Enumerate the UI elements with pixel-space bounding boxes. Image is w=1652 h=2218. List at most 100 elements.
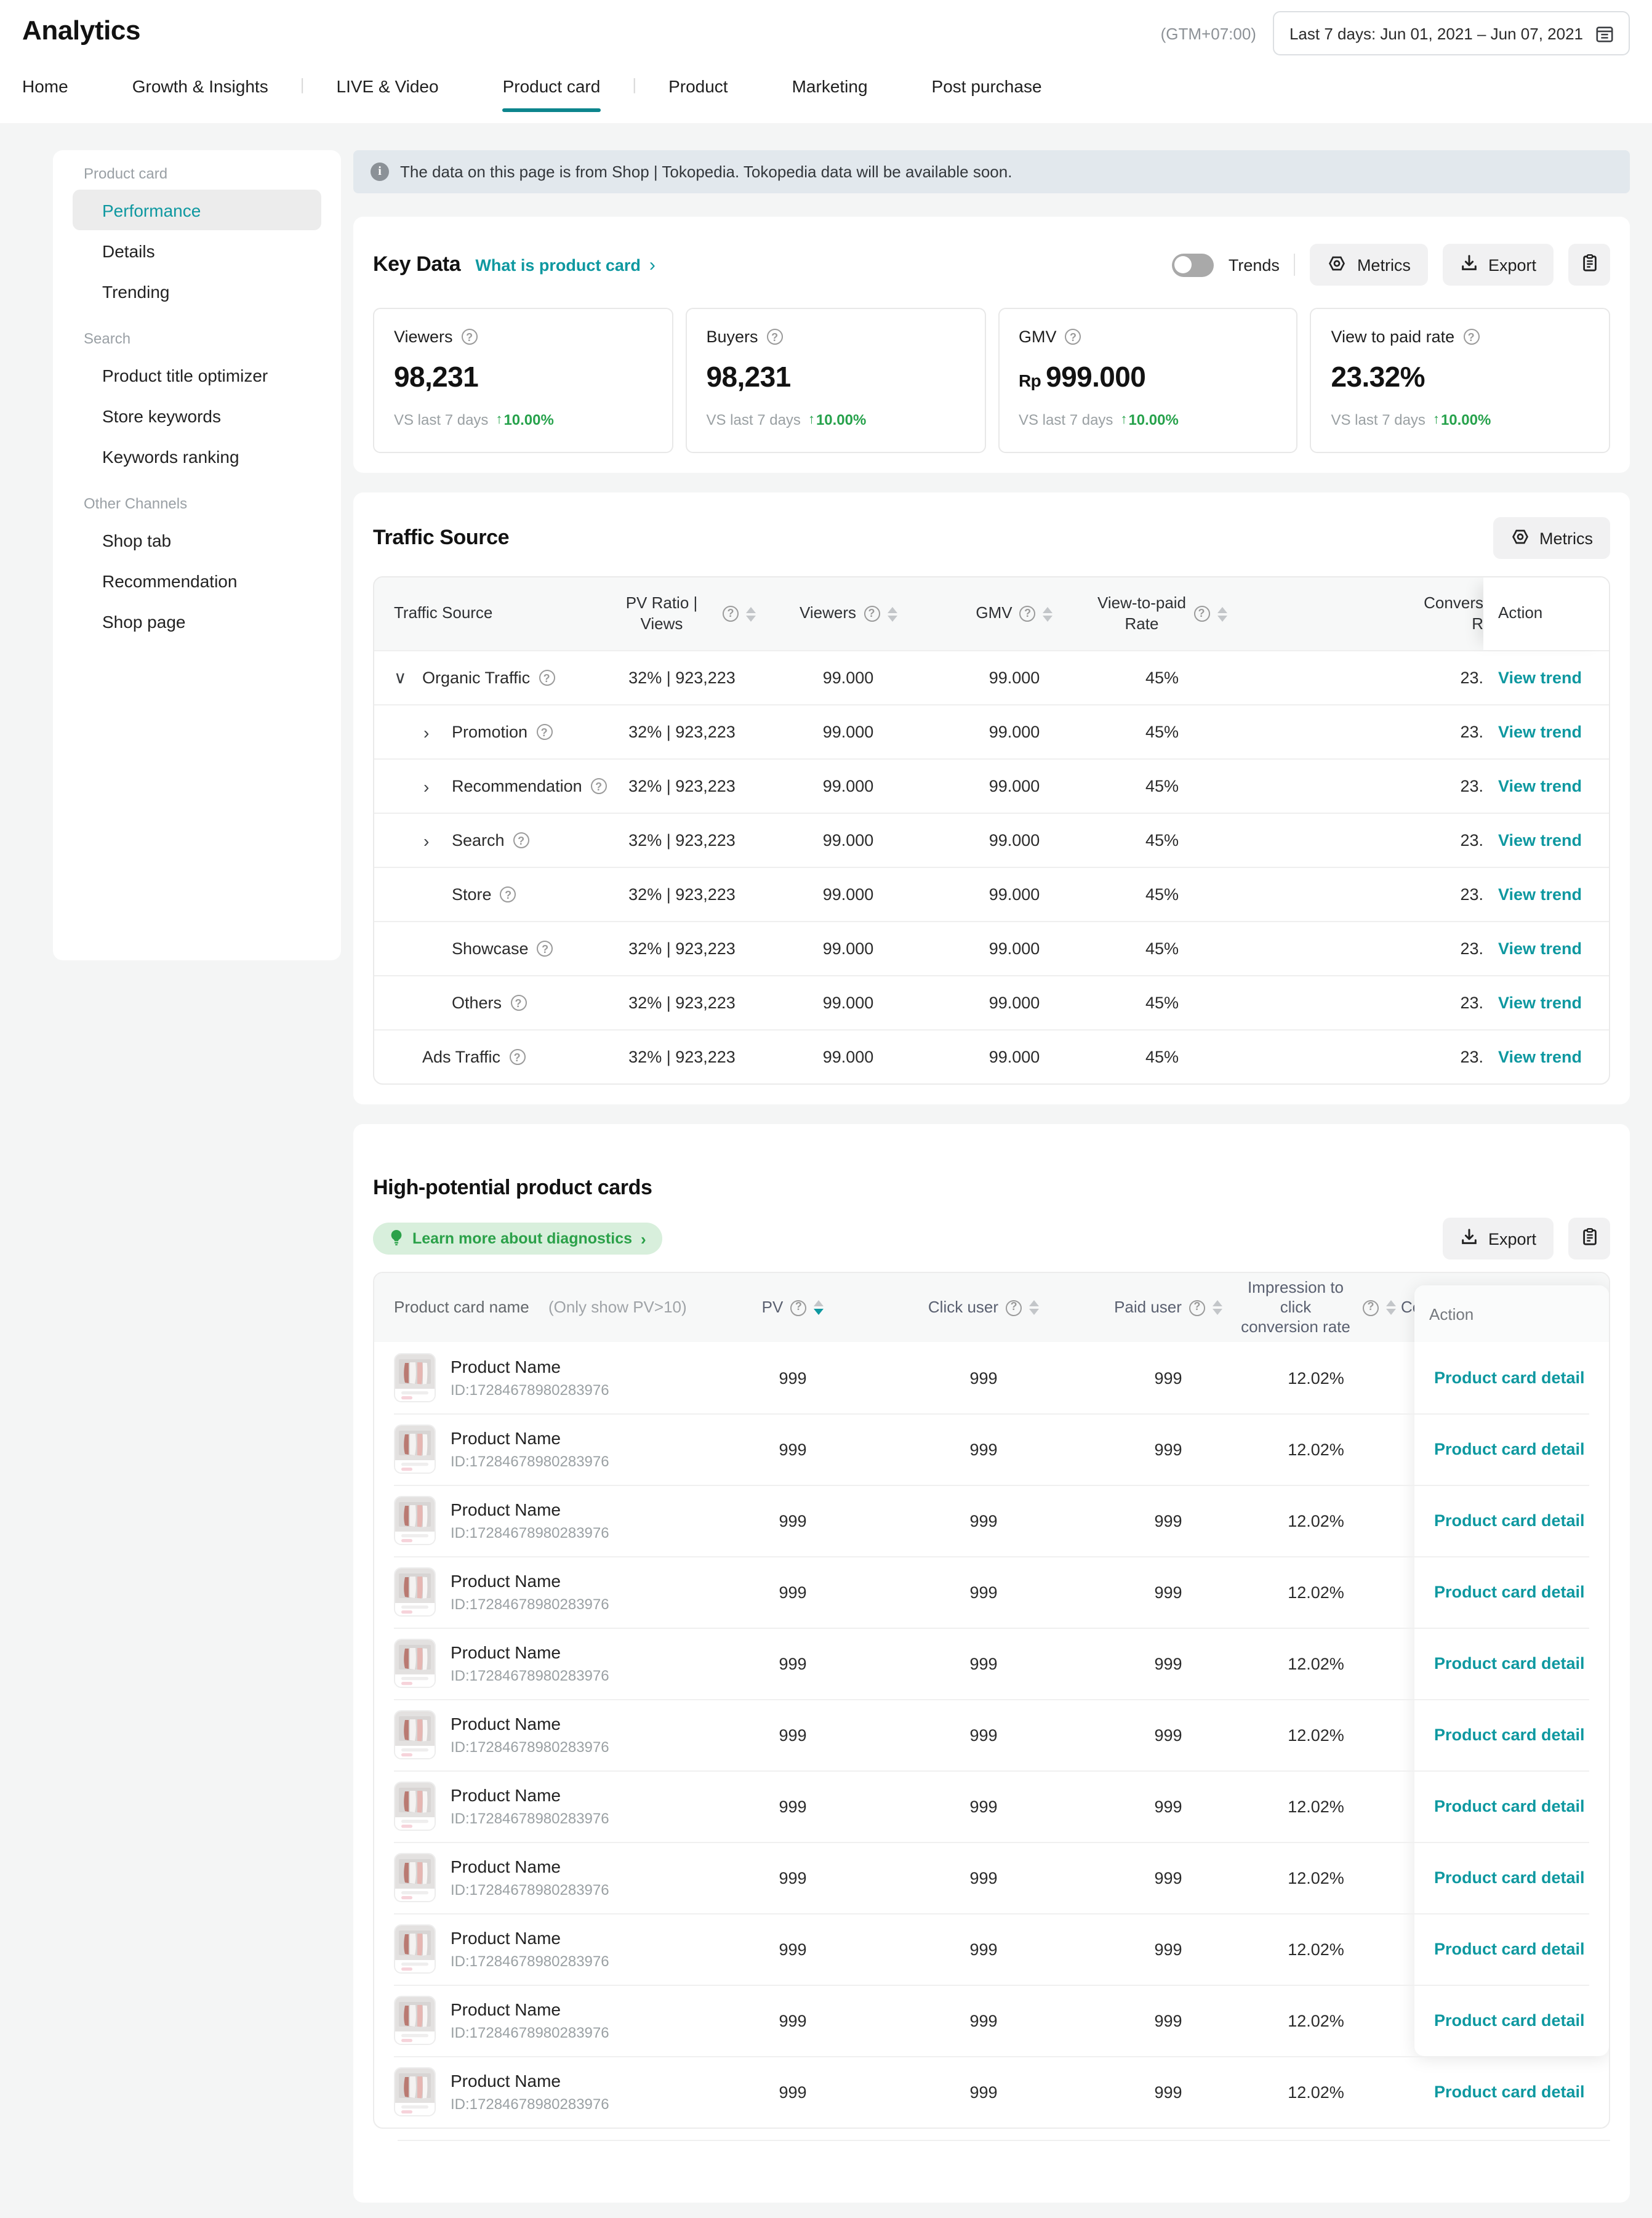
view-trend-link[interactable]: View trend (1498, 777, 1582, 795)
help-icon[interactable]: ? (1065, 329, 1081, 345)
traffic-source-name: Promotion (452, 723, 527, 741)
product-card-detail-link[interactable]: Product card detail (1434, 2083, 1585, 2101)
help-icon[interactable]: ? (513, 832, 529, 848)
sort-icon-active[interactable] (814, 1300, 824, 1315)
sort-icon[interactable] (1386, 1300, 1396, 1315)
date-range-picker[interactable]: Last 7 days: Jun 01, 2021 – Jun 07, 2021 (1273, 11, 1630, 55)
help-icon[interactable]: ? (1189, 1300, 1205, 1316)
help-icon[interactable]: ? (536, 724, 552, 740)
product-card-detail-link[interactable]: Product card detail (1434, 1797, 1585, 1815)
col-click-user[interactable]: Click user ? (867, 1298, 1101, 1318)
nav-tab[interactable]: Growth & Insights (132, 76, 268, 112)
help-icon[interactable]: ? (500, 886, 516, 902)
nav-tab[interactable]: Marketing (792, 76, 868, 112)
sort-icon[interactable] (1029, 1300, 1039, 1315)
product-card-detail-link[interactable]: Product card detail (1434, 1940, 1585, 1958)
sidebar-item-keywords-ranking[interactable]: Keywords ranking (73, 436, 321, 476)
copy-report-button[interactable] (1568, 244, 1610, 286)
pv-ratio-views-value: 32% | 923,223 (608, 669, 756, 687)
export-button[interactable]: Export (1443, 244, 1554, 286)
help-icon[interactable]: ? (539, 670, 555, 686)
col-paid-user[interactable]: Paid user ? (1101, 1298, 1236, 1318)
sidebar-item-performance[interactable]: Performance (73, 190, 321, 230)
sort-icon[interactable] (1217, 606, 1227, 621)
gmv-value: 99.000 (940, 939, 1088, 958)
traffic-source-table: Traffic Source PV Ratio | Views ? Viewer… (373, 576, 1610, 1085)
product-thumbnail (394, 1496, 436, 1545)
product-name: Product Name (451, 1500, 609, 1519)
help-icon[interactable]: ? (790, 1300, 806, 1316)
nav-tab[interactable]: Home (22, 76, 68, 112)
sort-icon[interactable] (1213, 1300, 1222, 1315)
expand-chevron-icon[interactable]: › (423, 722, 452, 742)
help-icon[interactable]: ? (509, 1049, 525, 1065)
trends-toggle[interactable] (1172, 253, 1214, 276)
sidebar-item-store-keywords[interactable]: Store keywords (73, 395, 321, 436)
product-card-detail-link[interactable]: Product card detail (1434, 1726, 1585, 1744)
sidebar-item-recommendation[interactable]: Recommendation (73, 560, 321, 601)
sort-icon[interactable] (1043, 606, 1053, 621)
product-card-detail-link[interactable]: Product card detail (1434, 1868, 1585, 1887)
nav-tab[interactable]: Product card (503, 76, 601, 112)
sidebar-item-shop-page[interactable]: Shop page (73, 601, 321, 641)
expand-chevron-icon[interactable]: ∨ (394, 667, 422, 688)
help-icon[interactable]: ? (1006, 1300, 1022, 1316)
help-icon[interactable]: ? (1363, 1300, 1379, 1316)
diagnostics-pill[interactable]: Learn more about diagnostics › (373, 1223, 662, 1255)
metrics-icon (1510, 526, 1530, 550)
traffic-metrics-button[interactable]: Metrics (1493, 517, 1610, 559)
view-trend-link[interactable]: View trend (1498, 939, 1582, 958)
help-icon[interactable]: ? (1020, 606, 1036, 622)
col-viewers[interactable]: Viewers ? (756, 604, 940, 624)
help-icon[interactable]: ? (537, 941, 553, 957)
sidebar-item-trending[interactable]: Trending (73, 271, 321, 311)
hp-export-button[interactable]: Export (1443, 1218, 1554, 1260)
help-icon[interactable]: ? (510, 995, 526, 1011)
col-pv-ratio-views[interactable]: PV Ratio | Views ? (608, 594, 756, 634)
col-action: Action (1414, 1285, 1609, 1342)
view-trend-link[interactable]: View trend (1498, 669, 1582, 687)
pv-value: 999 (719, 1726, 867, 1744)
help-icon[interactable]: ? (1463, 329, 1479, 345)
product-card-detail-link[interactable]: Product card detail (1434, 1368, 1585, 1387)
view-trend-link[interactable]: View trend (1498, 994, 1582, 1012)
what-is-product-card-link[interactable]: What is product card › (475, 254, 656, 275)
metrics-button[interactable]: Metrics (1310, 244, 1428, 286)
help-icon[interactable]: ? (864, 606, 880, 622)
viewers-value: 99.000 (756, 885, 940, 904)
nav-tab[interactable]: Product (668, 76, 728, 112)
product-card-detail-link[interactable]: Product card detail (1434, 1511, 1585, 1530)
expand-chevron-icon[interactable]: › (423, 830, 452, 850)
help-icon[interactable]: ? (1193, 606, 1209, 622)
view-trend-link[interactable]: View trend (1498, 831, 1582, 850)
hp-copy-report-button[interactable] (1568, 1218, 1610, 1260)
traffic-source-name: Search (452, 831, 505, 850)
sort-icon[interactable] (746, 606, 756, 621)
view-trend-link[interactable]: View trend (1498, 1048, 1582, 1066)
help-icon[interactable]: ? (462, 329, 478, 345)
product-row: Product Name ID:17284678980283976 999 99… (374, 1985, 1609, 2056)
help-icon[interactable]: ? (767, 329, 783, 345)
sidebar-item-details[interactable]: Details (73, 230, 321, 271)
nav-tab[interactable]: LIVE & Video (337, 76, 439, 112)
view-trend-link[interactable]: View trend (1498, 723, 1582, 741)
view-trend-link[interactable]: View trend (1498, 885, 1582, 904)
product-row: Product Name ID:17284678980283976 999 99… (374, 1628, 1609, 1699)
product-card-detail-link[interactable]: Product card detail (1434, 1583, 1585, 1601)
nav-tab[interactable]: Post purchase (932, 76, 1042, 112)
sidebar-item-shop-tab[interactable]: Shop tab (73, 520, 321, 560)
expand-chevron-icon[interactable]: › (423, 776, 452, 796)
col-view-to-paid-rate[interactable]: View-to-paidRate ? (1088, 594, 1236, 634)
col-pv[interactable]: PV ? (719, 1298, 867, 1318)
help-icon[interactable]: ? (591, 778, 607, 794)
product-card-detail-link[interactable]: Product card detail (1434, 1440, 1585, 1458)
col-impression-to-click[interactable]: Impression to clickconversion rate ? (1236, 1277, 1396, 1338)
product-thumbnail (394, 1424, 436, 1474)
sort-icon[interactable] (887, 606, 897, 621)
product-card-detail-link[interactable]: Product card detail (1434, 1654, 1585, 1673)
sidebar-item-product-title-optimizer[interactable]: Product title optimizer (73, 355, 321, 395)
col-gmv[interactable]: GMV ? (940, 604, 1088, 624)
click-user-value: 999 (867, 1654, 1101, 1673)
product-card-detail-link[interactable]: Product card detail (1434, 2011, 1585, 2030)
help-icon[interactable]: ? (723, 606, 739, 622)
